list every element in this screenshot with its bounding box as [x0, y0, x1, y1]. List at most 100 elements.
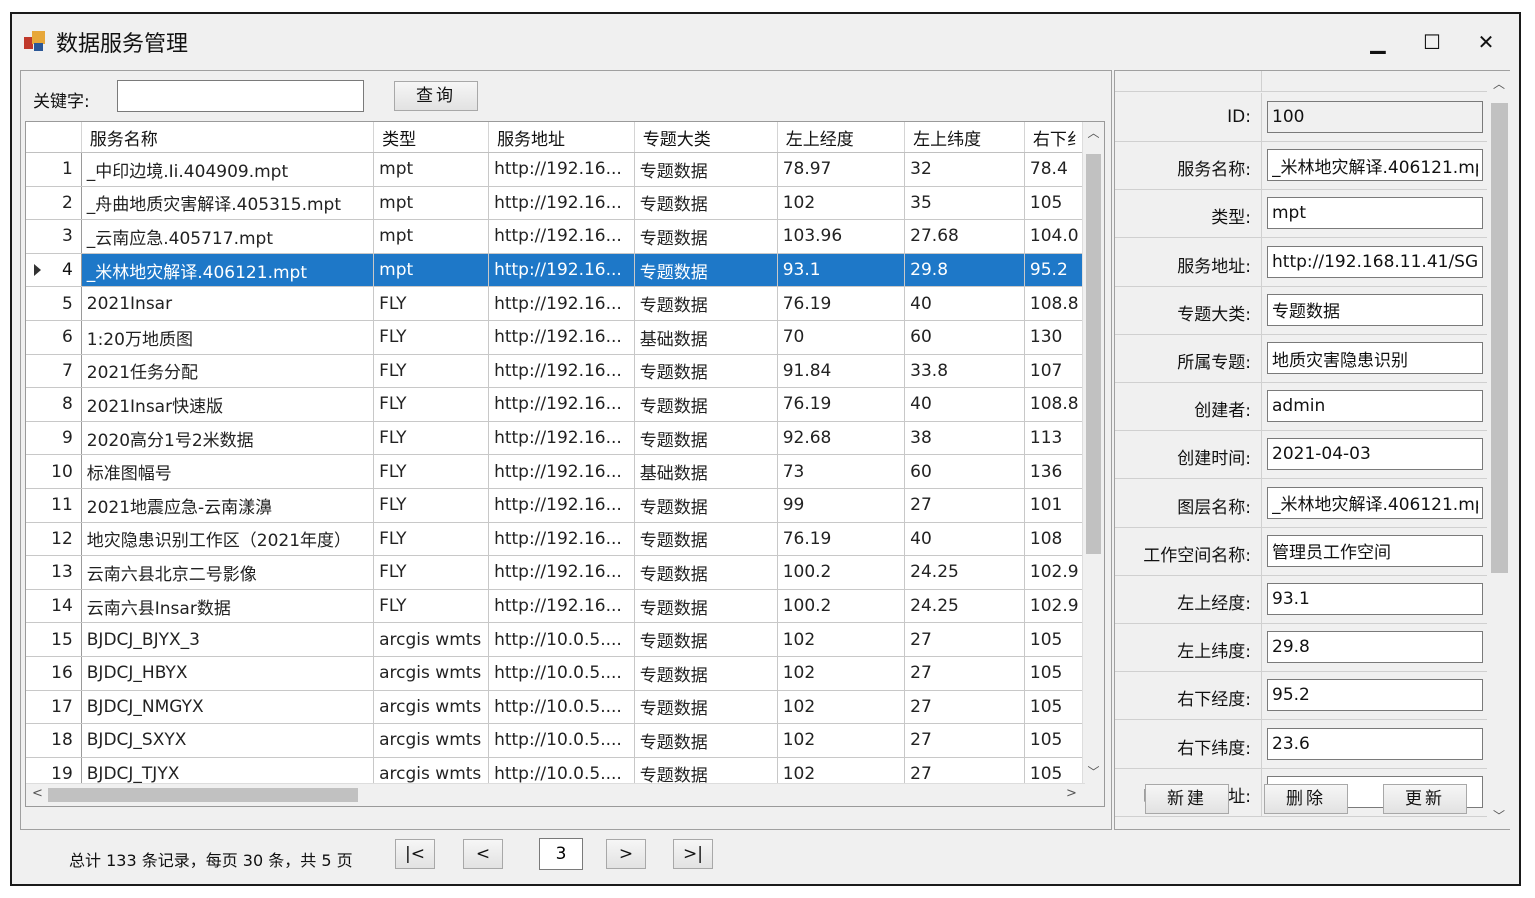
table-cell[interactable]: http://192.16... — [488, 454, 635, 489]
table-cell[interactable]: _中印边境.Ii.404909.mpt — [81, 152, 375, 187]
table-cell[interactable]: 27 — [904, 723, 1025, 758]
scroll-thumb[interactable] — [48, 788, 358, 802]
property-value-field[interactable] — [1267, 486, 1483, 519]
table-cell[interactable]: http://192.16... — [488, 320, 635, 355]
page-number-input[interactable] — [539, 838, 583, 870]
maximize-icon[interactable]: ☐ — [1412, 28, 1452, 56]
scroll-left-icon[interactable]: < — [32, 786, 43, 801]
property-value-field[interactable] — [1267, 679, 1483, 712]
scroll-thumb[interactable] — [1086, 154, 1101, 554]
row-number[interactable]: 1 — [26, 152, 82, 187]
table-cell[interactable]: 76.19 — [777, 522, 906, 557]
row-number[interactable]: 18 — [26, 723, 82, 758]
table-cell[interactable]: 40 — [904, 522, 1025, 557]
table-cell[interactable]: FLY — [373, 488, 490, 523]
table-cell[interactable]: 专题数据 — [634, 421, 778, 456]
table-cell[interactable]: 24.25 — [904, 589, 1025, 624]
next-page-button[interactable]: > — [606, 839, 646, 869]
table-cell[interactable]: http://192.16... — [488, 387, 635, 422]
table-row[interactable]: 1 _中印边境.Ii.404909.mpt mpt http://192.16... 专… — [26, 152, 1104, 187]
table-cell[interactable]: 40 — [904, 387, 1025, 422]
table-cell[interactable]: 2021Insar快速版 — [81, 387, 375, 422]
table-cell[interactable]: 2020高分1号2米数据 — [81, 421, 375, 456]
minimize-icon[interactable]: ▁ — [1358, 28, 1398, 56]
scroll-down-icon[interactable]: ﹀ — [1488, 807, 1510, 824]
column-header[interactable]: 专题大类 — [634, 122, 778, 153]
property-value-field[interactable] — [1267, 727, 1483, 760]
property-value-field[interactable] — [1267, 293, 1483, 326]
table-cell[interactable]: 27.68 — [904, 219, 1025, 254]
property-value-field[interactable] — [1267, 438, 1483, 471]
table-cell[interactable]: 专题数据 — [634, 522, 778, 557]
delete-button[interactable]: 删除 — [1264, 784, 1348, 814]
table-row[interactable]: 16 BJDCJ_HBYX arcgis wmts http://10.0.5....… — [26, 656, 1104, 691]
row-number[interactable]: 9 — [26, 421, 82, 456]
row-number[interactable]: 3 — [26, 219, 82, 254]
table-cell[interactable]: http://192.16... — [488, 522, 635, 557]
table-cell[interactable]: 40 — [904, 286, 1025, 321]
table-cell[interactable]: mpt — [373, 152, 490, 187]
column-header[interactable]: 左上经度 — [777, 122, 906, 153]
property-value-field[interactable] — [1267, 390, 1483, 423]
table-cell[interactable]: 102 — [777, 690, 906, 725]
table-cell[interactable]: http://192.16... — [488, 589, 635, 624]
row-number[interactable]: 6 — [26, 320, 82, 355]
table-cell[interactable]: mpt — [373, 219, 490, 254]
table-cell[interactable]: FLY — [373, 555, 490, 590]
table-cell[interactable]: 78.97 — [777, 152, 906, 187]
table-cell[interactable]: arcgis wmts — [373, 656, 490, 691]
table-row[interactable]: 2 _舟曲地质灾害解译.405315.mpt mpt http://192.16...… — [26, 186, 1104, 221]
row-number[interactable]: 11 — [26, 488, 82, 523]
scroll-right-icon[interactable]: > — [1066, 786, 1077, 801]
column-header[interactable]: 服务地址 — [488, 122, 635, 153]
detail-vertical-scrollbar[interactable]: ︿ ﹀ — [1488, 71, 1510, 829]
scroll-thumb[interactable] — [1491, 103, 1508, 573]
table-cell[interactable]: 云南六县Insar数据 — [81, 589, 375, 624]
table-row[interactable]: 14 云南六县Insar数据 FLY http://192.16... 专题数据 100.… — [26, 589, 1104, 624]
row-number[interactable]: 10 — [26, 454, 82, 489]
query-button[interactable]: 查询 — [394, 81, 478, 111]
table-cell[interactable]: 专题数据 — [634, 622, 778, 657]
table-cell[interactable]: 76.19 — [777, 387, 906, 422]
table-cell[interactable]: FLY — [373, 454, 490, 489]
row-number[interactable]: 8 — [26, 387, 82, 422]
row-number[interactable]: 7 — [26, 354, 82, 389]
table-cell[interactable]: http://10.0.5.... — [488, 690, 635, 725]
table-cell[interactable]: 60 — [904, 454, 1025, 489]
table-cell[interactable]: BJDCJ_HBYX — [81, 656, 375, 691]
table-cell[interactable]: arcgis wmts — [373, 622, 490, 657]
table-cell[interactable]: http://192.16... — [488, 488, 635, 523]
table-cell[interactable]: 32 — [904, 152, 1025, 187]
table-cell[interactable]: 2021任务分配 — [81, 354, 375, 389]
column-header[interactable]: 服务名称 — [81, 122, 375, 153]
prev-page-button[interactable]: < — [463, 839, 503, 869]
table-cell[interactable]: 38 — [904, 421, 1025, 456]
table-cell[interactable]: 70 — [777, 320, 906, 355]
table-cell[interactable]: http://192.16... — [488, 421, 635, 456]
scroll-down-icon[interactable]: ﹀ — [1083, 763, 1104, 780]
property-value-field[interactable] — [1267, 583, 1483, 615]
table-cell[interactable]: 92.68 — [777, 421, 906, 456]
row-number[interactable]: 2 — [26, 186, 82, 221]
table-cell[interactable]: FLY — [373, 522, 490, 557]
table-row[interactable]: 11 2021地震应急-云南漾濞 FLY http://192.16... 专题数据 99… — [26, 488, 1104, 523]
table-cell[interactable]: 2021Insar — [81, 286, 375, 321]
table-cell[interactable]: _米林地灾解译.406121.mpt — [81, 253, 375, 288]
keyword-input[interactable] — [117, 80, 364, 112]
table-cell[interactable]: BJDCJ_SXYX — [81, 723, 375, 758]
table-cell[interactable]: 93.1 — [777, 253, 906, 288]
table-cell[interactable]: FLY — [373, 421, 490, 456]
table-cell[interactable]: arcgis wmts — [373, 690, 490, 725]
table-cell[interactable]: 基础数据 — [634, 320, 778, 355]
table-cell[interactable]: 专题数据 — [634, 488, 778, 523]
table-cell[interactable]: http://10.0.5.... — [488, 656, 635, 691]
property-value-field[interactable] — [1267, 342, 1483, 374]
table-cell[interactable]: 地灾隐患识别工作区（2021年度） — [81, 522, 375, 557]
row-number[interactable]: 14 — [26, 589, 82, 624]
table-cell[interactable]: 专题数据 — [634, 723, 778, 758]
table-cell[interactable]: FLY — [373, 320, 490, 355]
grid-vertical-scrollbar[interactable]: ︿ ﹀ — [1082, 122, 1104, 806]
table-cell[interactable]: http://192.16... — [488, 219, 635, 254]
table-row[interactable]: 6 1:20万地质图 FLY http://192.16... 基础数据 70 60 130 — [26, 320, 1104, 355]
table-cell[interactable]: 1:20万地质图 — [81, 320, 375, 355]
